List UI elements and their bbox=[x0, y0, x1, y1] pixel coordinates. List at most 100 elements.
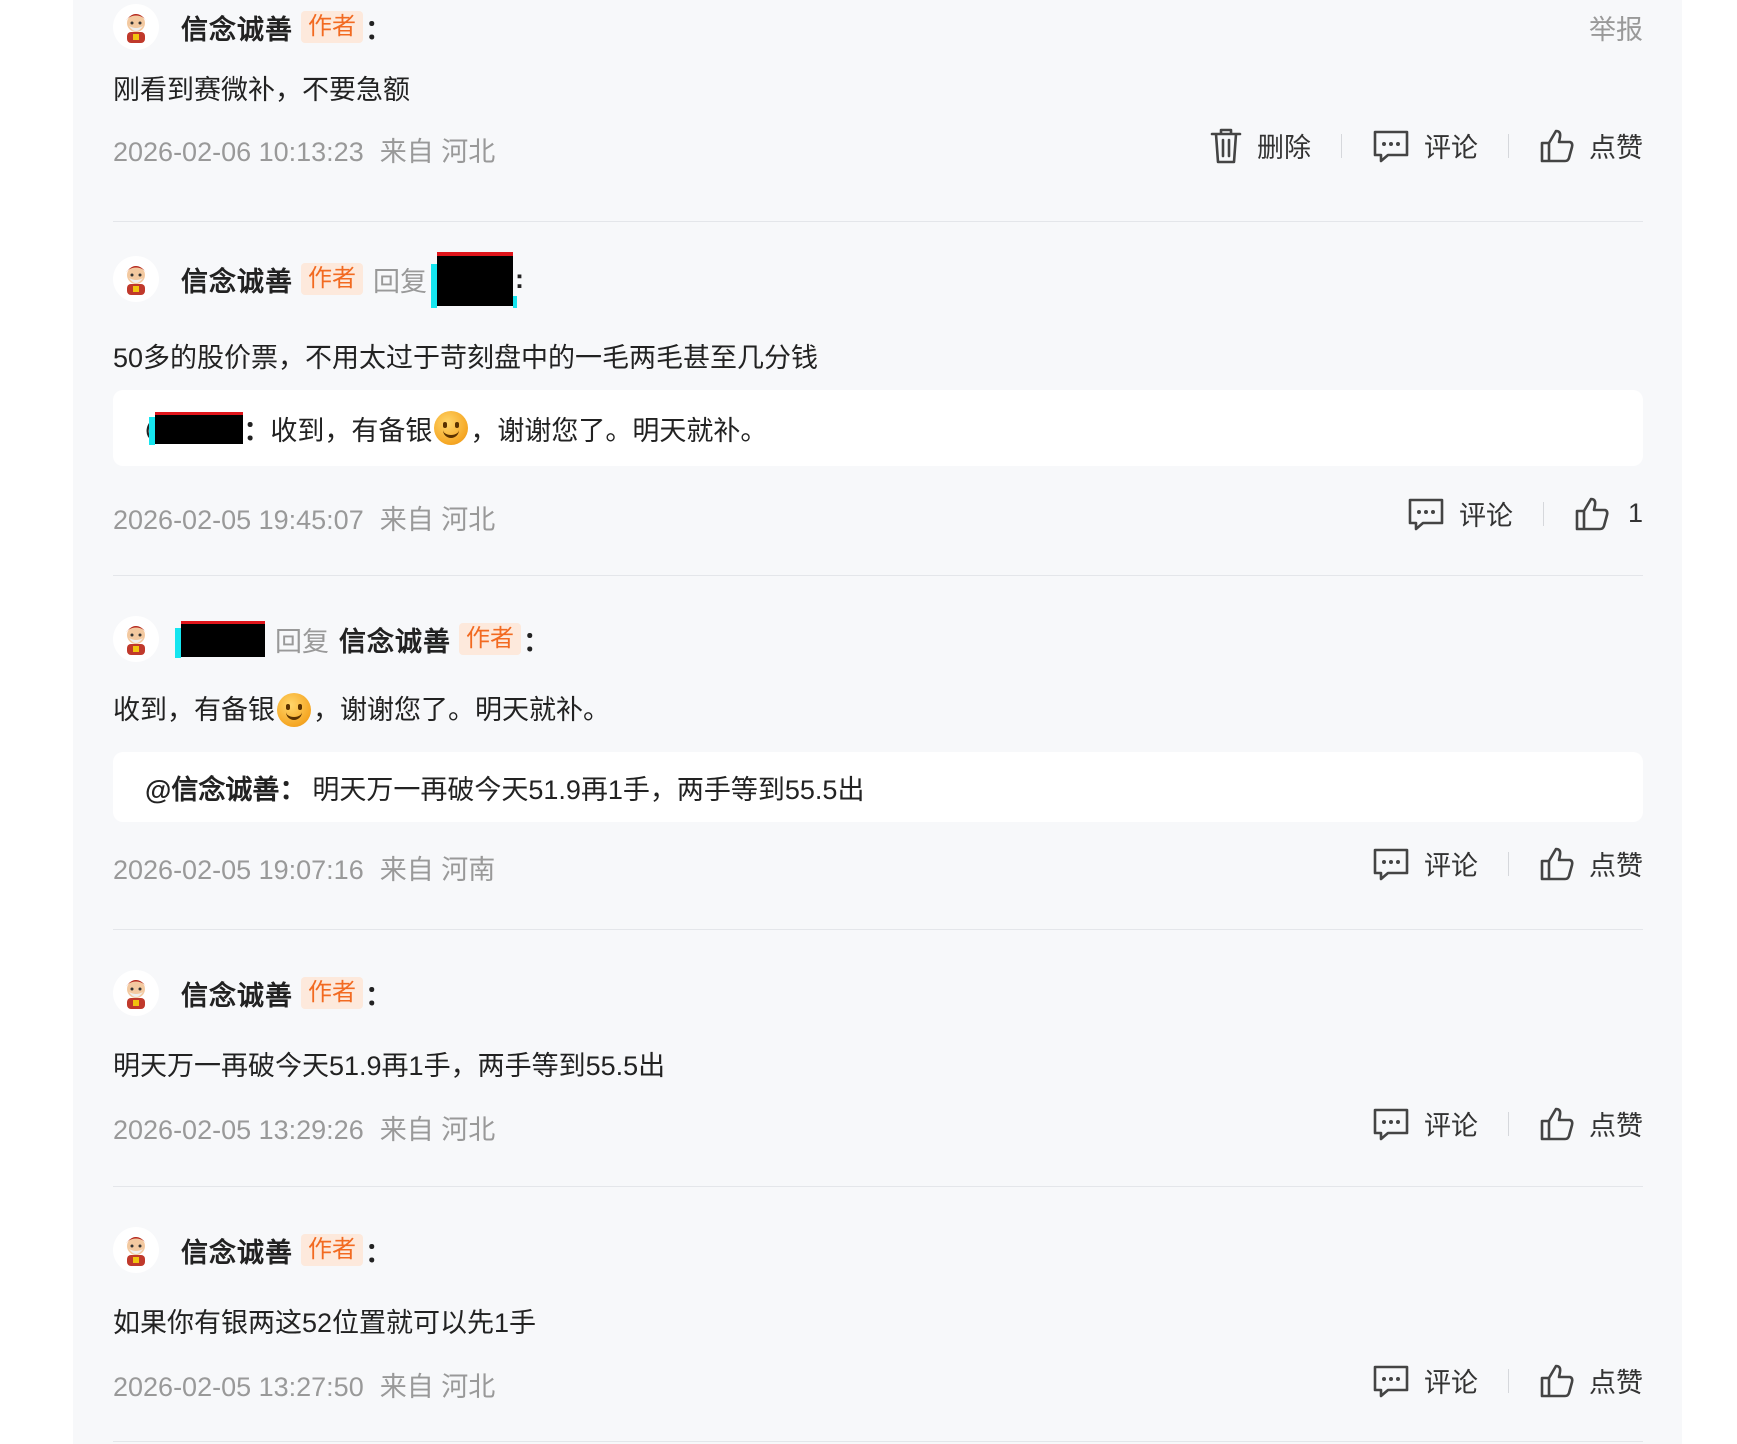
username[interactable]: 信念诚善 bbox=[181, 8, 293, 47]
quote-user: @信念诚善： bbox=[145, 774, 307, 805]
location: 来自 河南 bbox=[379, 855, 496, 885]
like-count: 1 bbox=[1627, 498, 1643, 528]
comment-label: 评论 bbox=[1424, 133, 1478, 163]
comment-button[interactable]: 评论 bbox=[1372, 126, 1478, 165]
reply-label: 回复 bbox=[275, 626, 329, 657]
comment-text: 刚看到赛微补，不要急额 bbox=[113, 75, 410, 105]
divider bbox=[1508, 133, 1509, 158]
quoted-reply: @ ： 收到，有备银 ，谢谢您了。明天就补。 bbox=[113, 390, 1643, 466]
author-badge: 作者 bbox=[301, 11, 363, 43]
comment-panel: 信念诚善 作者 ： 举报 刚看到赛微补，不要急额 2026-02-06 10:1… bbox=[73, 0, 1682, 1444]
smile-emoji-icon bbox=[277, 693, 311, 727]
comment-meta: 2026-02-05 19:45:07 来自 河北 bbox=[113, 498, 495, 537]
comment-text: 明天万一再破今天51.9再1手，两手等到55.5出 bbox=[113, 1051, 666, 1081]
quoted-reply: @信念诚善： 明天万一再破今天51.9再1手，两手等到55.5出 bbox=[113, 752, 1643, 822]
thumbs-up-icon bbox=[1540, 1107, 1574, 1140]
quote-text: ，谢谢您了。明天就补。 bbox=[470, 415, 768, 446]
avatar[interactable] bbox=[113, 4, 159, 50]
comment-text-part: 收到，有备银 bbox=[113, 695, 275, 725]
like-button[interactable]: 点赞 bbox=[1539, 126, 1643, 165]
author-badge: 作者 bbox=[301, 1234, 363, 1266]
divider bbox=[1341, 133, 1342, 158]
like-button[interactable]: 点赞 bbox=[1539, 1361, 1643, 1400]
avatar-cartoon-icon bbox=[126, 14, 146, 43]
divider bbox=[1508, 1111, 1509, 1136]
comment-meta: 2026-02-05 13:29:26 来自 河北 bbox=[113, 1108, 495, 1147]
comment-item: 信念诚善 作者 回复 : 50多的股价票，不用太过于苛刻盘中的一毛两毛甚至几分钱… bbox=[113, 248, 1643, 538]
comment-text-part: ，谢谢您了。明天就补。 bbox=[313, 695, 610, 725]
location: 来自 河北 bbox=[379, 505, 496, 535]
comment-divider bbox=[113, 221, 1643, 222]
thumbs-up-icon bbox=[1540, 1364, 1574, 1397]
comment-meta: 2026-02-05 19:07:16 来自 河南 bbox=[113, 848, 495, 887]
comment-item: 信念诚善 作者 ： 明天万一再破今天51.9再1手，两手等到55.5出 2026… bbox=[113, 968, 1643, 1158]
comment-item: 信念诚善 作者 ： 举报 刚看到赛微补，不要急额 2026-02-06 10:1… bbox=[113, 2, 1643, 182]
comment-header: 回复 信念诚善 作者 ： bbox=[113, 612, 550, 666]
comment-label: 评论 bbox=[1424, 1111, 1478, 1141]
thumbs-up-icon bbox=[1575, 497, 1609, 530]
like-label: 点赞 bbox=[1589, 1111, 1643, 1141]
comment-bubble-icon bbox=[1373, 1365, 1409, 1397]
thumbs-up-icon bbox=[1540, 129, 1574, 162]
timestamp: 2026-02-05 13:29:26 bbox=[113, 1115, 364, 1145]
comment-divider bbox=[113, 1186, 1643, 1187]
like-button[interactable]: 点赞 bbox=[1539, 844, 1643, 883]
username[interactable]: 信念诚善 bbox=[181, 1231, 293, 1270]
colon: ： bbox=[365, 980, 392, 1011]
divider bbox=[1542, 501, 1544, 526]
comment-item: 回复 信念诚善 作者 ： 收到，有备银 ，谢谢您了。明天就补。 @信念诚善： 明天… bbox=[113, 612, 1643, 902]
avatar[interactable] bbox=[113, 256, 159, 302]
comment-actions: 评论 1 bbox=[1407, 494, 1643, 533]
comment-text: 50多的股价票，不用太过于苛刻盘中的一毛两毛甚至几分钱 bbox=[113, 343, 819, 373]
comment-label: 评论 bbox=[1424, 851, 1478, 881]
avatar-cartoon-icon bbox=[126, 266, 146, 295]
timestamp: 2026-02-05 19:45:07 bbox=[113, 505, 364, 535]
comment-actions: 评论 点赞 bbox=[1372, 844, 1643, 883]
timestamp: 2026-02-06 10:13:23 bbox=[113, 137, 364, 167]
smile-emoji-icon bbox=[434, 411, 469, 445]
quote-text: 收到，有备银 bbox=[270, 415, 433, 446]
redacted-username bbox=[149, 412, 244, 445]
like-label: 点赞 bbox=[1589, 1368, 1643, 1398]
avatar-cartoon-icon bbox=[126, 1237, 146, 1266]
comment-actions: 评论 点赞 bbox=[1372, 1361, 1643, 1400]
avatar[interactable] bbox=[113, 616, 159, 662]
author-badge: 作者 bbox=[459, 623, 521, 655]
timestamp: 2026-02-05 19:07:16 bbox=[113, 855, 364, 885]
like-button[interactable]: 1 bbox=[1574, 496, 1643, 532]
comment-bubble-icon bbox=[1373, 130, 1409, 162]
thumbs-up-icon bbox=[1540, 847, 1574, 880]
comment-button[interactable]: 评论 bbox=[1372, 844, 1478, 883]
reply-target-username[interactable]: 信念诚善 bbox=[339, 620, 451, 659]
comment-divider bbox=[113, 575, 1643, 576]
comment-meta: 2026-02-06 10:13:23 来自 河北 bbox=[113, 130, 495, 169]
comment-button[interactable]: 评论 bbox=[1372, 1104, 1478, 1143]
colon: ： bbox=[365, 1237, 392, 1268]
username[interactable]: 信念诚善 bbox=[181, 260, 293, 299]
comment-header: 信念诚善 作者 回复 : bbox=[113, 252, 524, 308]
reply-label: 回复 bbox=[373, 266, 427, 297]
like-button[interactable]: 点赞 bbox=[1539, 1104, 1643, 1143]
comment-label: 评论 bbox=[1424, 1368, 1478, 1398]
username[interactable]: 信念诚善 bbox=[181, 974, 293, 1013]
comment-button[interactable]: 评论 bbox=[1372, 1361, 1478, 1400]
comment-item: 信念诚善 作者 ： 如果你有银两这52位置就可以先1手 2026-02-05 1… bbox=[113, 1225, 1643, 1415]
comment-actions: 评论 点赞 bbox=[1372, 1104, 1643, 1143]
comment-header: 信念诚善 作者 ： bbox=[113, 968, 392, 1018]
comment-meta: 2026-02-05 13:27:50 来自 河北 bbox=[113, 1365, 495, 1404]
quote-text: 明天万一再破今天51.9再1手，两手等到55.5出 bbox=[312, 774, 865, 805]
delete-button[interactable]: 删除 bbox=[1209, 126, 1311, 165]
comment-text: 如果你有银两这52位置就可以先1手 bbox=[113, 1308, 537, 1338]
comment-text: 收到，有备银 ，谢谢您了。明天就补。 bbox=[113, 688, 610, 727]
avatar-cartoon-icon bbox=[126, 626, 146, 655]
avatar[interactable] bbox=[113, 970, 159, 1016]
divider bbox=[1508, 1368, 1509, 1393]
like-label: 点赞 bbox=[1589, 133, 1643, 163]
comment-bubble-icon bbox=[1408, 498, 1444, 530]
location: 来自 河北 bbox=[379, 1372, 496, 1402]
divider bbox=[1508, 851, 1509, 876]
comment-button[interactable]: 评论 bbox=[1407, 494, 1513, 533]
redacted-username bbox=[431, 252, 517, 308]
report-link[interactable]: 举报 bbox=[1589, 8, 1643, 47]
avatar[interactable] bbox=[113, 1227, 159, 1273]
